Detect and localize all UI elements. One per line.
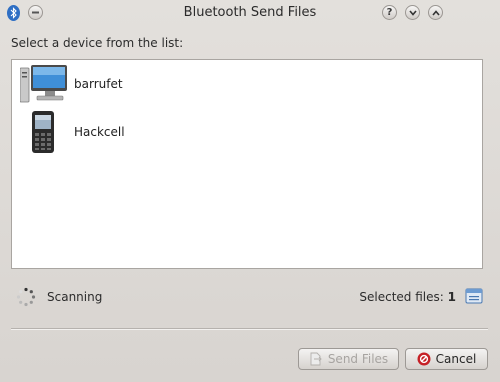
divider: [11, 328, 488, 330]
scanning-spinner-icon: [16, 287, 36, 307]
device-list-prompt: Select a device from the list:: [11, 36, 184, 50]
device-name: barrufet: [74, 77, 123, 91]
bluetooth-send-files-dialog: Bluetooth Send Files ? Select a device f…: [0, 0, 500, 382]
phone-icon: [20, 110, 68, 154]
send-file-icon: [310, 352, 322, 366]
help-icon: ?: [386, 6, 393, 18]
device-item-hackcell[interactable]: Hackcell: [20, 110, 320, 154]
send-files-label: Send Files: [327, 352, 389, 366]
file-list-icon[interactable]: [465, 288, 483, 304]
device-list[interactable]: barrufet Hackcell: [11, 59, 483, 269]
computer-icon: [19, 62, 68, 106]
minimize-button[interactable]: [405, 5, 420, 20]
cancel-icon: [417, 352, 431, 366]
help-button[interactable]: ?: [382, 5, 397, 20]
cancel-label: Cancel: [435, 352, 477, 366]
selected-files-status: Selected files: 1: [359, 290, 456, 304]
selected-files-label: Selected files:: [359, 290, 444, 304]
selected-files-count: 1: [447, 290, 456, 304]
chevron-up-icon: [431, 9, 440, 16]
chevron-down-icon: [408, 9, 417, 16]
device-item-barrufet[interactable]: barrufet: [19, 62, 320, 106]
maximize-button[interactable]: [428, 5, 443, 20]
window-title: Bluetooth Send Files: [183, 5, 317, 20]
title-bar[interactable]: Bluetooth Send Files ?: [0, 0, 500, 26]
send-files-button[interactable]: Send Files: [298, 348, 399, 370]
device-name: Hackcell: [74, 125, 125, 139]
scanning-status: Scanning: [47, 290, 103, 304]
cancel-button[interactable]: Cancel: [405, 348, 488, 370]
